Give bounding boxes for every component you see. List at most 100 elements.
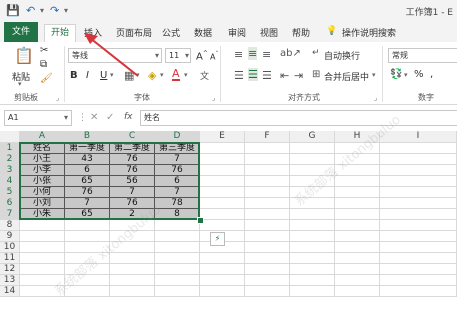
table-cell[interactable]: 第二季度: [110, 143, 155, 154]
font-launcher-icon[interactable]: ⌟: [212, 94, 215, 102]
grid-cell[interactable]: [200, 198, 245, 209]
grid-cell[interactable]: [155, 253, 200, 264]
row-header[interactable]: 2: [0, 154, 20, 165]
grid-cell[interactable]: [290, 286, 335, 297]
clipboard-launcher-icon[interactable]: ⌟: [56, 94, 59, 102]
paste-icon[interactable]: 📋: [14, 46, 34, 65]
grid-cell[interactable]: [200, 209, 245, 220]
table-cell[interactable]: 小朱: [20, 209, 65, 220]
grid-cell[interactable]: [65, 286, 110, 297]
grid-cell[interactable]: [65, 275, 110, 286]
grid-cell[interactable]: [290, 231, 335, 242]
cut-icon[interactable]: ✂: [40, 45, 48, 56]
grid-cell[interactable]: [380, 209, 457, 220]
customize-qat-icon[interactable]: ▾: [64, 6, 68, 15]
grid-cell[interactable]: [20, 231, 65, 242]
wrap-text-button[interactable]: 自动换行: [324, 49, 360, 62]
grid-cell[interactable]: [20, 286, 65, 297]
undo-icon[interactable]: ↶: [26, 4, 35, 17]
grid-cell[interactable]: [335, 220, 380, 231]
phonetic-icon[interactable]: 文: [200, 69, 209, 82]
align-middle-icon[interactable]: ≡: [248, 47, 258, 60]
grid-cell[interactable]: [335, 242, 380, 253]
grid-cell[interactable]: [245, 154, 290, 165]
grid-cell[interactable]: [290, 154, 335, 165]
table-cell[interactable]: 小李: [20, 165, 65, 176]
row-header[interactable]: 14: [0, 286, 20, 297]
grid-cell[interactable]: [110, 220, 155, 231]
orientation-icon[interactable]: ab↗: [280, 48, 301, 59]
table-cell[interactable]: 第三季度: [155, 143, 200, 154]
table-cell[interactable]: 7: [110, 187, 155, 198]
table-cell[interactable]: 43: [65, 154, 110, 165]
grid-cell[interactable]: [290, 220, 335, 231]
grid-cell[interactable]: [155, 264, 200, 275]
grid-cell[interactable]: [65, 242, 110, 253]
grid-cell[interactable]: [200, 253, 245, 264]
grid-cell[interactable]: [155, 242, 200, 253]
tab-home[interactable]: 开始: [44, 24, 77, 43]
row-header[interactable]: 13: [0, 275, 20, 286]
grid-cell[interactable]: [380, 253, 457, 264]
column-header-e[interactable]: E: [200, 131, 245, 143]
grid-cell[interactable]: [290, 275, 335, 286]
grid-cell[interactable]: [335, 187, 380, 198]
outdent-icon[interactable]: ⇥: [294, 69, 303, 82]
percent-button[interactable]: %: [414, 69, 424, 80]
merge-dropdown-icon[interactable]: ▾: [372, 71, 376, 79]
name-box[interactable]: A1 ▾: [4, 110, 72, 126]
row-header[interactable]: 12: [0, 264, 20, 275]
grid-cell[interactable]: [290, 242, 335, 253]
grid-cell[interactable]: [335, 253, 380, 264]
copy-icon[interactable]: ⧉: [40, 59, 47, 70]
table-cell[interactable]: 7: [65, 198, 110, 209]
table-cell[interactable]: 7: [155, 187, 200, 198]
italic-button[interactable]: I: [86, 70, 89, 81]
insert-function-button[interactable]: fx: [124, 112, 133, 122]
grid-cell[interactable]: [110, 242, 155, 253]
grid-cell[interactable]: [380, 220, 457, 231]
grid-cell[interactable]: [65, 264, 110, 275]
align-center-icon[interactable]: ☰: [248, 68, 258, 81]
grid-cell[interactable]: [245, 198, 290, 209]
column-header-c[interactable]: C: [110, 131, 155, 143]
grid-cell[interactable]: [290, 176, 335, 187]
grid-cell[interactable]: [200, 275, 245, 286]
grid-cell[interactable]: [245, 165, 290, 176]
row-header[interactable]: 11: [0, 253, 20, 264]
align-right-icon[interactable]: ☰: [262, 69, 272, 82]
currency-dropdown-icon[interactable]: ▾: [404, 71, 408, 79]
grid-cell[interactable]: [290, 187, 335, 198]
table-cell[interactable]: 6: [155, 176, 200, 187]
grid-cell[interactable]: [245, 143, 290, 154]
grid-cell[interactable]: [380, 275, 457, 286]
table-cell[interactable]: 小张: [20, 176, 65, 187]
table-cell[interactable]: 76: [110, 165, 155, 176]
table-cell[interactable]: 8: [155, 209, 200, 220]
grid-cell[interactable]: [380, 286, 457, 297]
font-size-select[interactable]: 11 ▾: [165, 48, 191, 63]
column-header-b[interactable]: B: [65, 131, 110, 143]
grid-cell[interactable]: [290, 198, 335, 209]
tab-formulas[interactable]: 公式: [162, 26, 180, 39]
grid-cell[interactable]: [155, 286, 200, 297]
select-all-corner[interactable]: [0, 131, 20, 143]
border-icon[interactable]: ▦: [124, 69, 134, 82]
grid-cell[interactable]: [110, 264, 155, 275]
grid-cell[interactable]: [245, 253, 290, 264]
grid-cell[interactable]: [380, 231, 457, 242]
underline-dropdown-icon[interactable]: ▾: [110, 71, 114, 79]
bold-button[interactable]: B: [70, 70, 78, 81]
grid-cell[interactable]: [110, 275, 155, 286]
table-cell[interactable]: 76: [155, 165, 200, 176]
comma-button[interactable]: ,: [430, 69, 433, 80]
table-cell[interactable]: 65: [65, 176, 110, 187]
paste-dropdown-icon[interactable]: ▾: [18, 80, 22, 88]
table-cell[interactable]: 76: [110, 198, 155, 209]
grid-cell[interactable]: [200, 264, 245, 275]
table-cell[interactable]: 小王: [20, 154, 65, 165]
fill-color-icon[interactable]: ◈: [148, 69, 156, 82]
grid-cell[interactable]: [245, 286, 290, 297]
column-header-f[interactable]: F: [245, 131, 290, 143]
table-cell[interactable]: 第一季度: [65, 143, 110, 154]
